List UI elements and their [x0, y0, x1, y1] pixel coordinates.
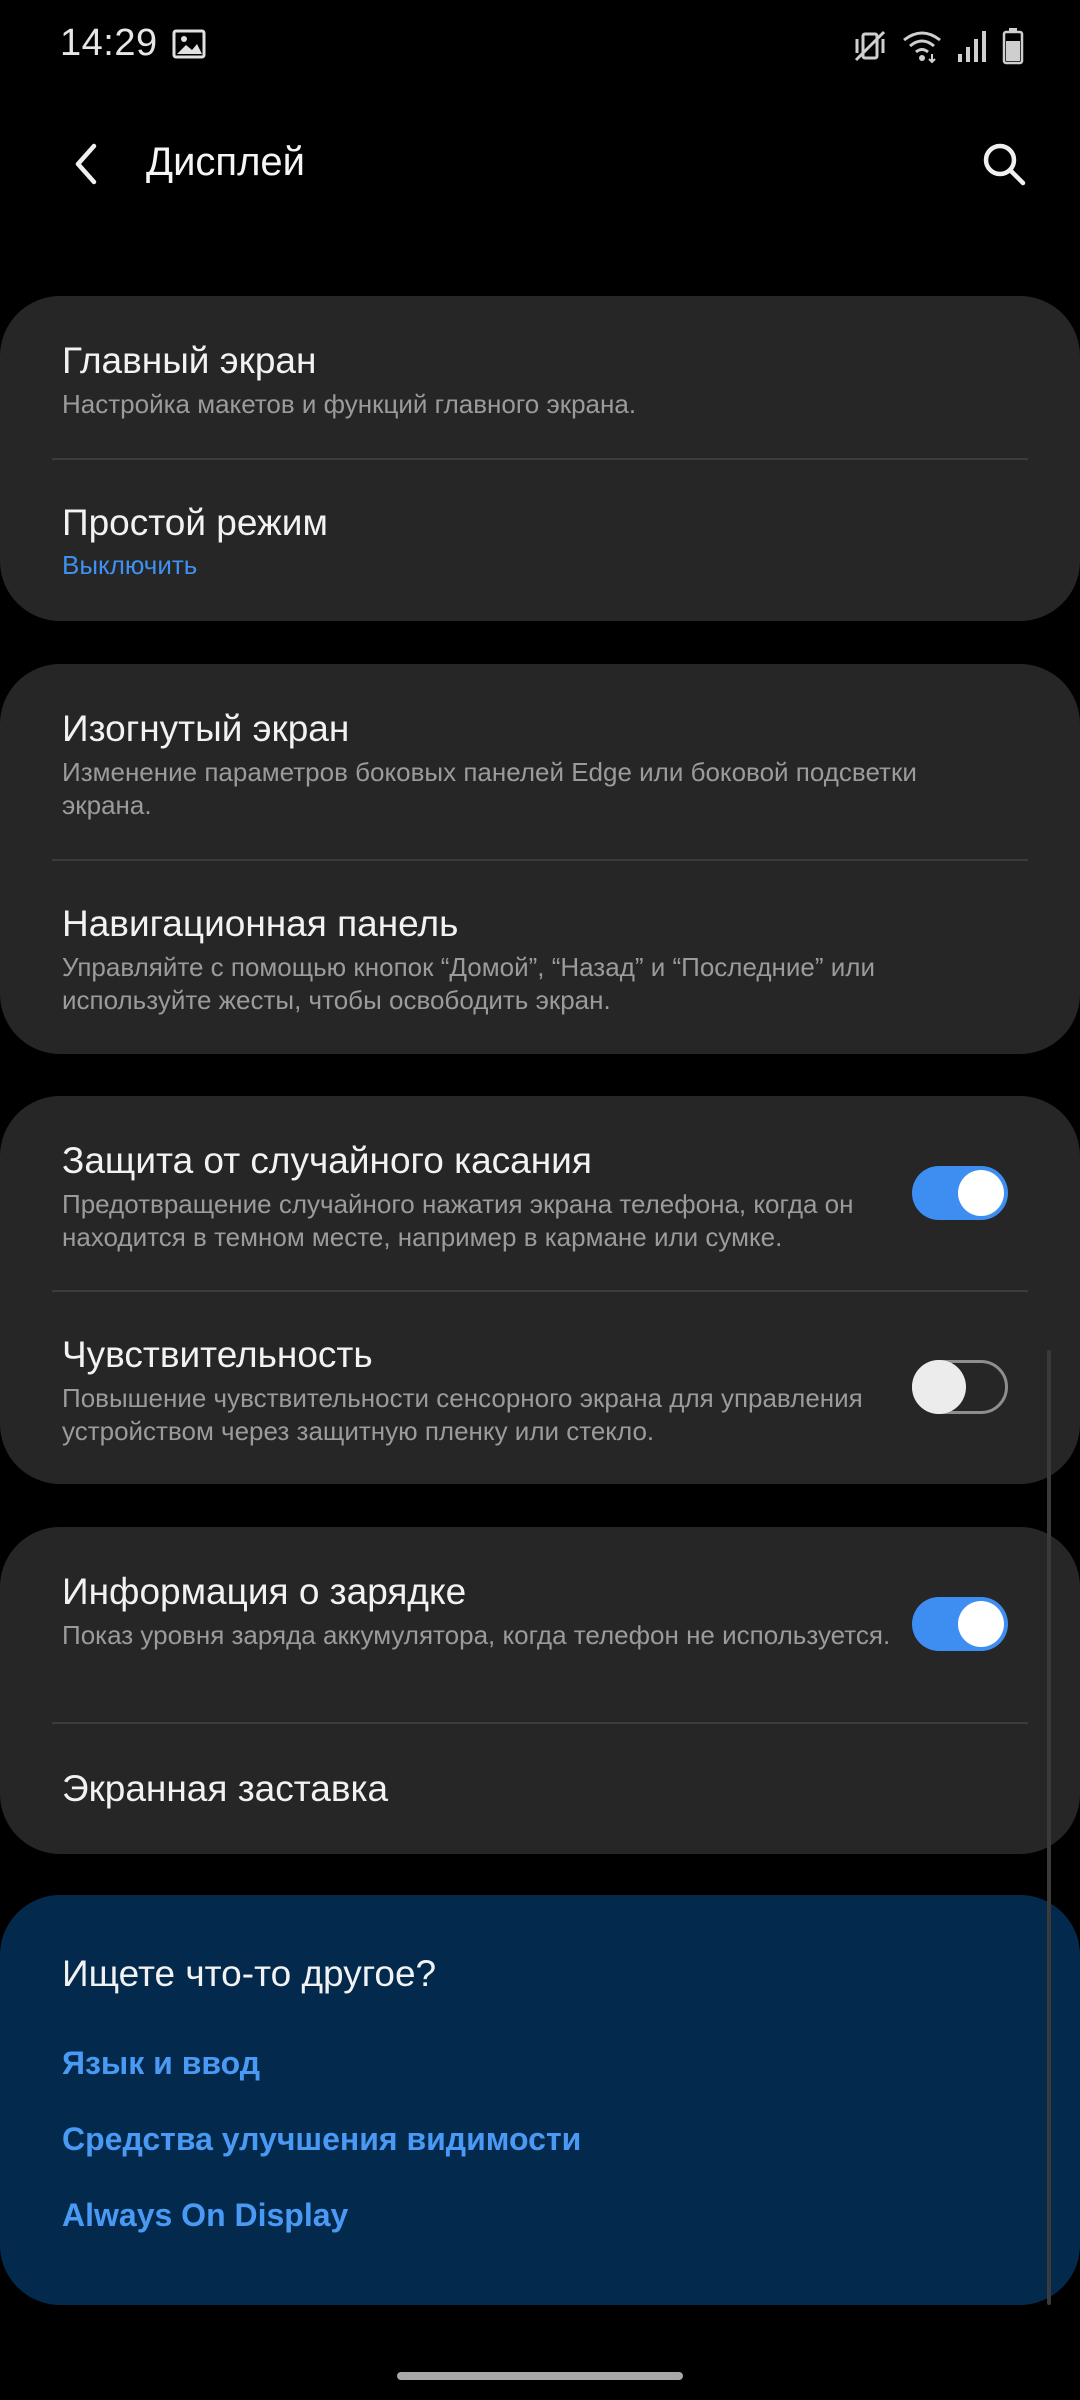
- status-icons: [852, 24, 1024, 68]
- app-header: Дисплей: [0, 110, 1080, 220]
- battery-icon: [1002, 27, 1024, 65]
- setting-title: Главный экран: [62, 340, 317, 381]
- setting-title: Изогнутый экран: [62, 708, 350, 749]
- setting-title: Навигационная панель: [62, 903, 459, 944]
- setting-title: Экранная заставка: [62, 1768, 389, 1809]
- toggle-knob: [912, 1360, 966, 1414]
- status-time: 14:29: [60, 22, 158, 64]
- back-button[interactable]: [50, 128, 122, 200]
- scrollbar[interactable]: [1047, 1350, 1051, 2305]
- setting-title: Простой режим: [62, 502, 328, 543]
- toggle-knob: [958, 1601, 1004, 1647]
- page-title: Дисплей: [146, 140, 306, 184]
- suggestion-link-language-input[interactable]: Язык и ввод: [62, 2045, 260, 2082]
- setting-screensaver[interactable]: Экранная заставка: [0, 1724, 1080, 1854]
- setting-subtitle: Настройка макетов и функций главного экр…: [62, 389, 637, 419]
- gallery-icon: [172, 28, 206, 60]
- wifi-icon: [902, 28, 942, 64]
- suggestions-card: Ищете что-то другое? Язык и ввод Средств…: [0, 1895, 1080, 2305]
- gesture-handle[interactable]: [397, 2372, 683, 2380]
- setting-title: Информация о зарядке: [62, 1571, 467, 1612]
- setting-charging-info[interactable]: Информация о зарядке Показ уровня заряда…: [0, 1527, 1080, 1723]
- setting-curved-screen[interactable]: Изогнутый экран Изменение параметров бок…: [0, 664, 1080, 860]
- suggestion-link-always-on-display[interactable]: Always On Display: [62, 2197, 348, 2234]
- setting-navigation-bar[interactable]: Навигационная панель Управляйте с помощь…: [0, 861, 1080, 1054]
- card-touch: Защита от случайного касания Предотвраще…: [0, 1096, 1080, 1484]
- setting-subtitle: Повышение чувствительности сенсорного эк…: [62, 1383, 863, 1446]
- setting-touch-sensitivity[interactable]: Чувствительность Повышение чувствительно…: [0, 1292, 1080, 1484]
- mute-vibrate-icon: [852, 28, 888, 64]
- setting-subtitle: Предотвращение случайного нажатия экрана…: [62, 1189, 854, 1252]
- setting-accidental-touch[interactable]: Защита от случайного касания Предотвраще…: [0, 1096, 1080, 1291]
- card-charging: Информация о зарядке Показ уровня заряда…: [0, 1527, 1080, 1854]
- toggle-knob: [958, 1170, 1004, 1216]
- setting-main-screen[interactable]: Главный экран Настройка макетов и функци…: [0, 296, 1080, 458]
- charging-info-toggle[interactable]: [912, 1597, 1008, 1651]
- setting-subtitle: Управляйте с помощью кнопок “Домой”, “На…: [62, 952, 875, 1015]
- setting-subtitle: Показ уровня заряда аккумулятора, когда …: [62, 1620, 891, 1650]
- signal-icon: [956, 28, 988, 64]
- suggestions-title: Ищете что-то другое?: [62, 1953, 437, 1994]
- suggestion-link-visibility[interactable]: Средства улучшения видимости: [62, 2121, 581, 2158]
- card-edge: Изогнутый экран Изменение параметров бок…: [0, 664, 1080, 1054]
- back-arrow-icon: [75, 143, 97, 185]
- accidental-touch-toggle[interactable]: [912, 1166, 1008, 1220]
- setting-title: Защита от случайного касания: [62, 1140, 592, 1181]
- search-icon: [983, 143, 1026, 186]
- setting-status: Выключить: [62, 550, 198, 580]
- setting-easy-mode[interactable]: Простой режим Выключить: [0, 460, 1080, 621]
- search-button[interactable]: [968, 128, 1040, 200]
- touch-sensitivity-toggle[interactable]: [912, 1360, 1008, 1414]
- setting-subtitle: Изменение параметров боковых панелей Edg…: [62, 757, 917, 820]
- setting-title: Чувствительность: [62, 1334, 373, 1375]
- card-home: Главный экран Настройка макетов и функци…: [0, 296, 1080, 621]
- status-bar: 14:29: [0, 0, 1080, 92]
